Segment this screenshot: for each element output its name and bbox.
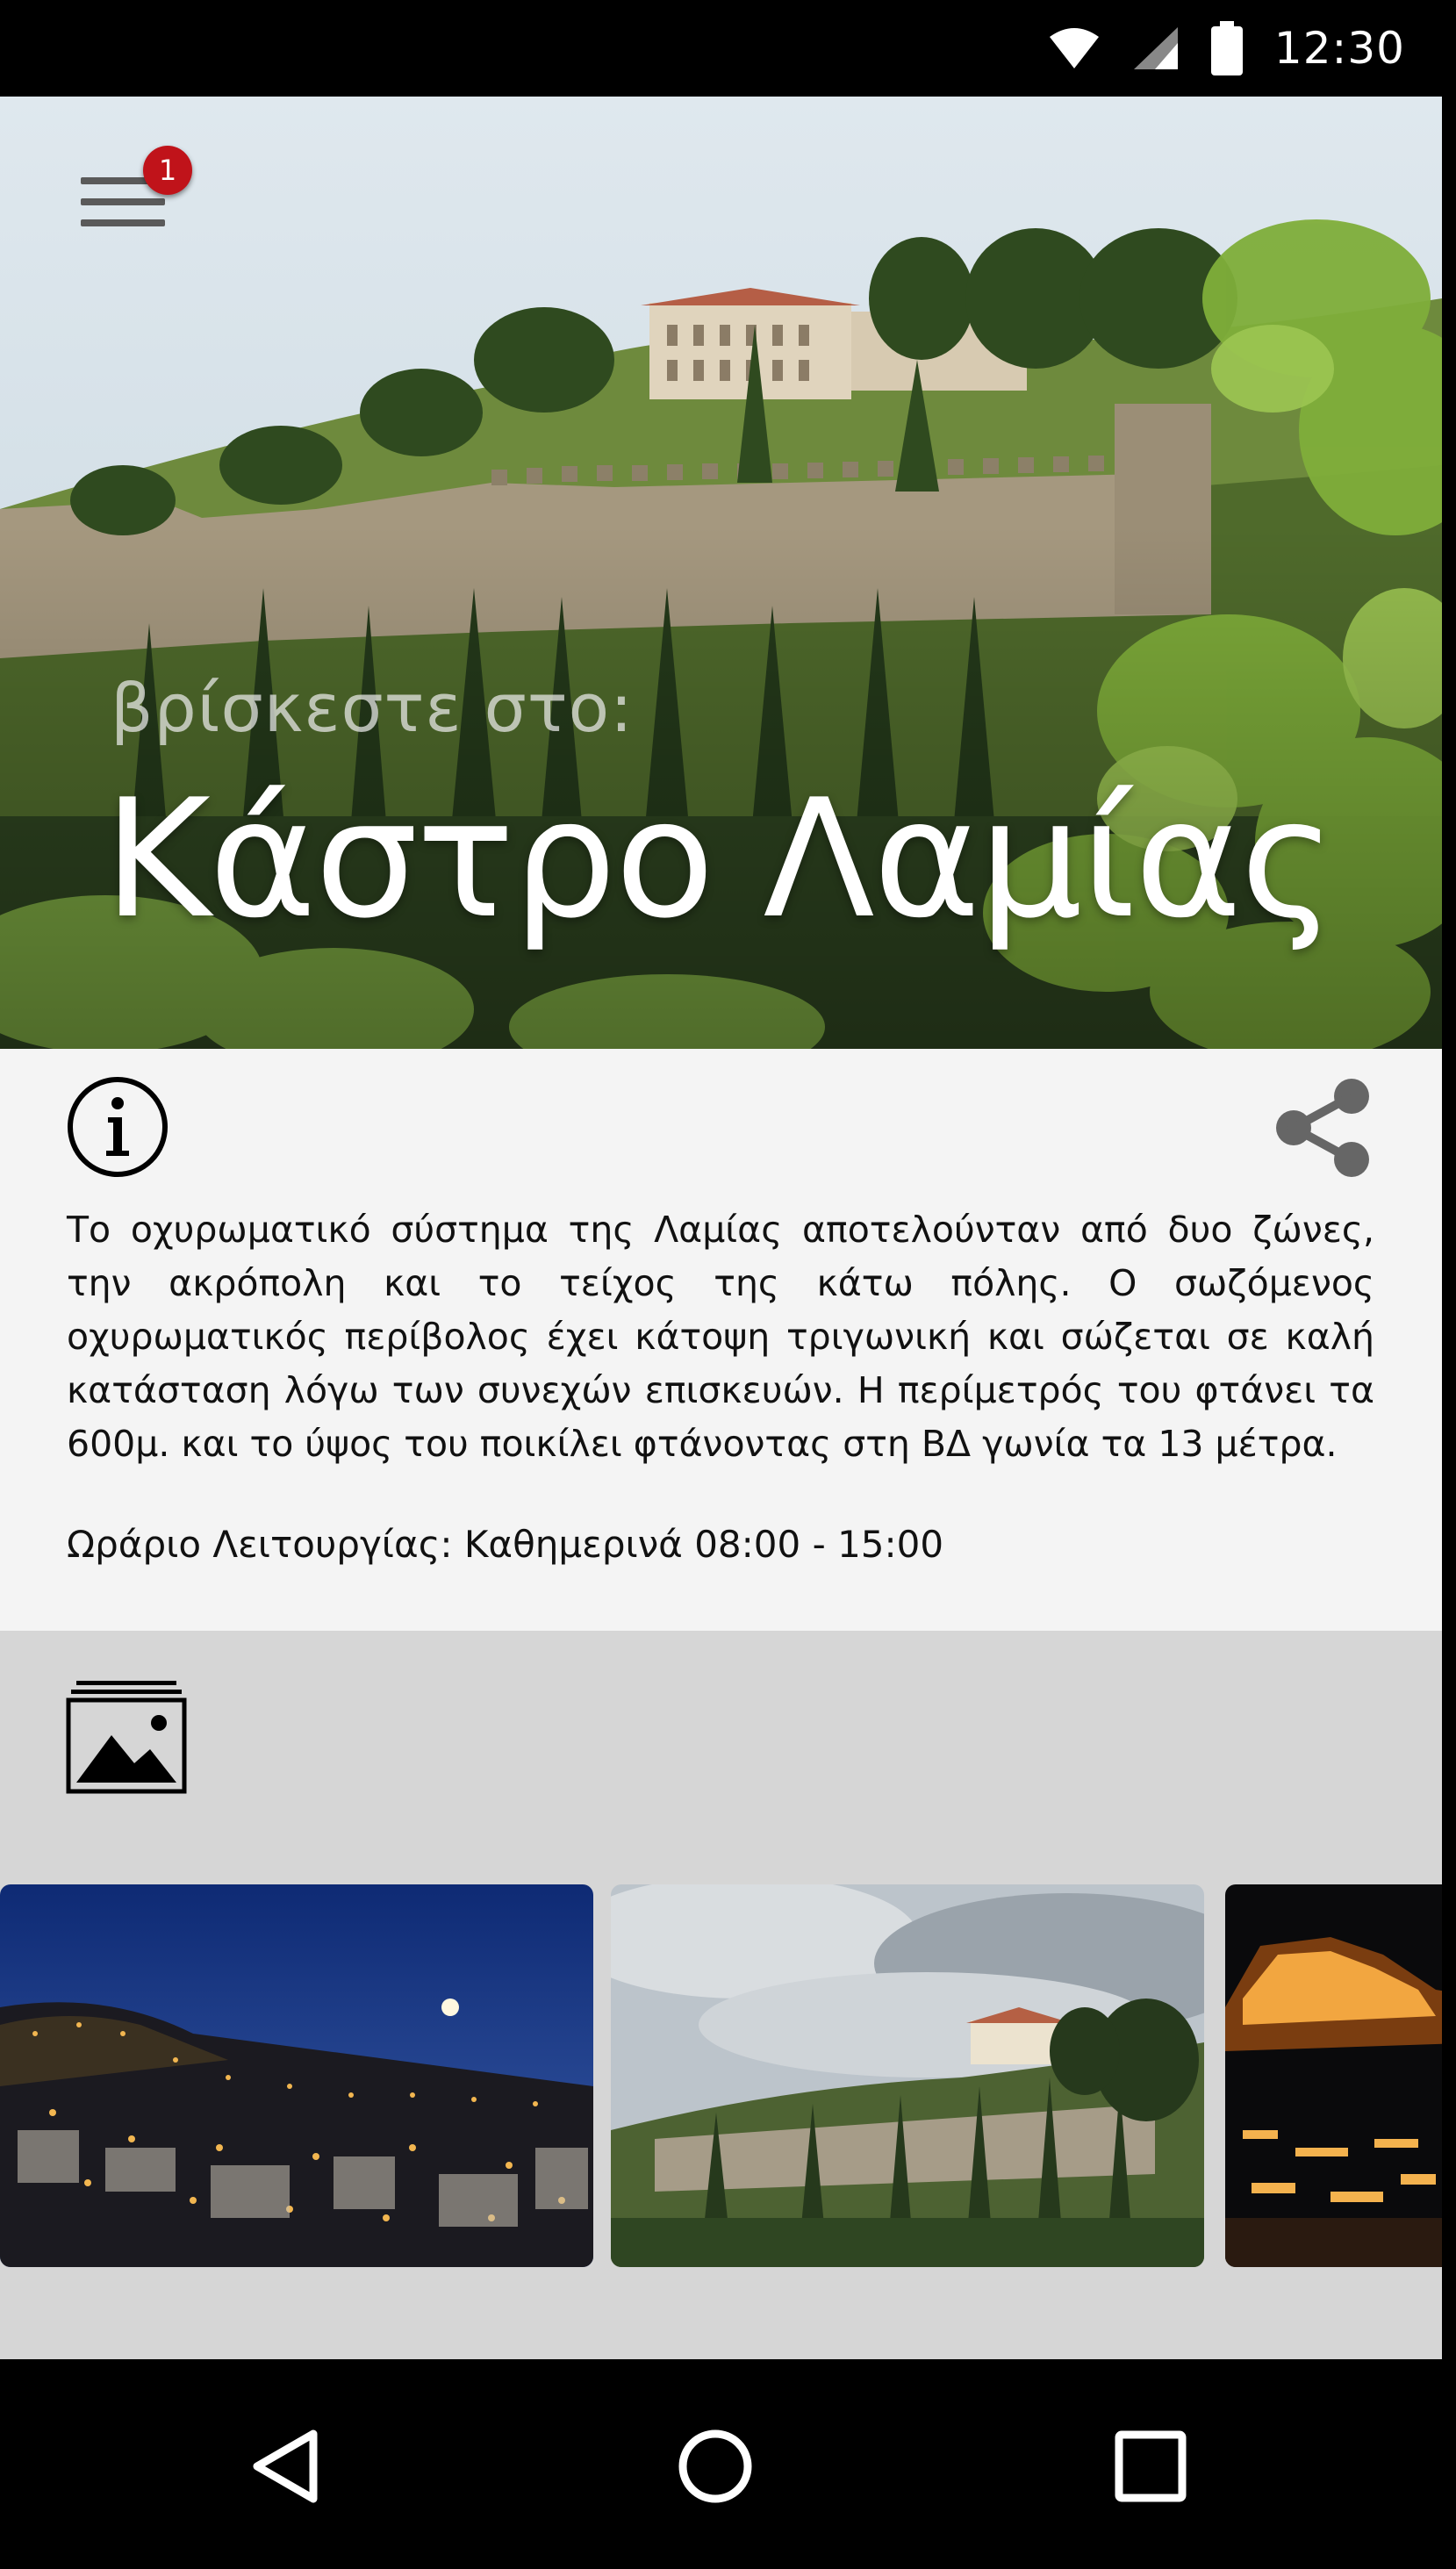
info-section: Το οχυρωματικό σύστημα της Λαμίας αποτελ… [0,1049,1442,1631]
recents-icon [1115,2430,1187,2502]
status-time: 12:30 [1273,23,1405,74]
battery-icon [1210,21,1243,75]
castle-night-photo[interactable] [1225,1884,1442,2267]
gallery-icon [66,1681,187,1794]
status-bar: 12:30 [0,0,1456,97]
signal-icon [1133,27,1178,69]
opening-hours: Ωράριο Λειτουργίας: Καθημερινά 08:00 - 1… [67,1523,944,1566]
system-nav-bar [0,2359,1456,2569]
back-button[interactable] [233,2414,338,2519]
wifi-icon [1049,28,1099,68]
home-button[interactable] [663,2414,768,2519]
location-subtitle: βρίσκεστε στο: [111,669,634,747]
city-night-photo[interactable] [0,1884,593,2267]
notification-badge: 1 [143,146,192,195]
castle-description: Το οχυρωματικό σύστημα της Λαμίας αποτελ… [67,1209,1374,1465]
recents-button[interactable] [1098,2414,1203,2519]
castle-day-photo[interactable] [611,1884,1204,2267]
back-icon [253,2429,318,2503]
location-title: Κάστρο Λαμίας [104,764,1336,954]
gallery-section [0,1631,1442,2359]
share-icon[interactable] [1271,1075,1376,1180]
info-icon [68,1077,168,1177]
home-icon [678,2429,752,2503]
hero-banner: 1 βρίσκεστε στο: Κάστρο Λαμίας [0,97,1442,1049]
